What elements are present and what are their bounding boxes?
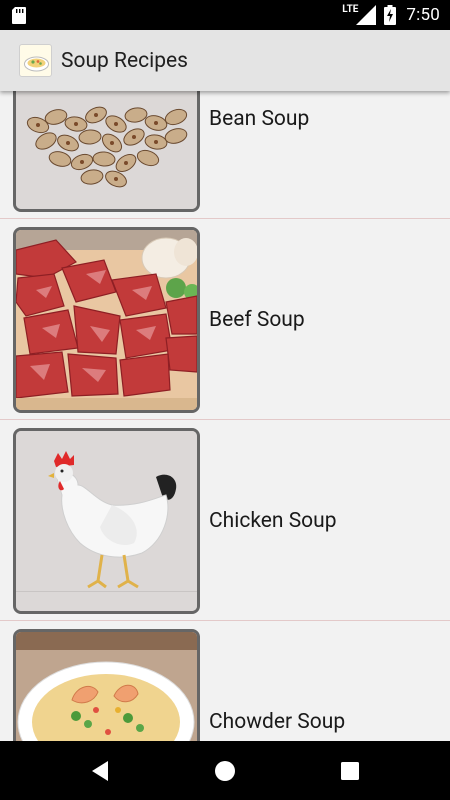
beans-image	[13, 91, 200, 212]
home-icon[interactable]	[213, 759, 237, 783]
network-type: LTE	[342, 3, 359, 15]
signal-icon	[356, 5, 377, 25]
clock: 7:50	[406, 5, 440, 25]
list-item-chicken-soup[interactable]: Chicken Soup	[0, 420, 450, 621]
list-item-chowder-soup[interactable]: Chowder Soup	[0, 621, 450, 741]
recipe-list[interactable]: Bean Soup Beef Soup Chicken Soup Chowder…	[0, 91, 450, 741]
recents-icon[interactable]	[338, 759, 362, 783]
sd-card-icon	[12, 7, 26, 24]
app-title: Soup Recipes	[61, 48, 188, 73]
chowder-bowl-image	[13, 629, 200, 741]
white-chicken-image	[13, 428, 200, 614]
recipe-title: Chowder Soup	[209, 709, 346, 734]
navigation-bar	[0, 741, 450, 800]
back-icon[interactable]	[88, 759, 112, 783]
list-item-bean-soup[interactable]: Bean Soup	[0, 91, 450, 219]
recipe-title: Beef Soup	[209, 307, 305, 332]
battery-charging-icon	[384, 5, 397, 25]
status-bar: LTE 7:50	[0, 0, 450, 30]
recipe-title: Bean Soup	[209, 106, 310, 131]
app-bar: Soup Recipes	[0, 30, 450, 91]
recipe-title: Chicken Soup	[209, 508, 337, 533]
list-item-beef-soup[interactable]: Beef Soup	[0, 219, 450, 420]
soup-bowl-icon	[19, 44, 52, 77]
raw-beef-image	[13, 227, 200, 413]
